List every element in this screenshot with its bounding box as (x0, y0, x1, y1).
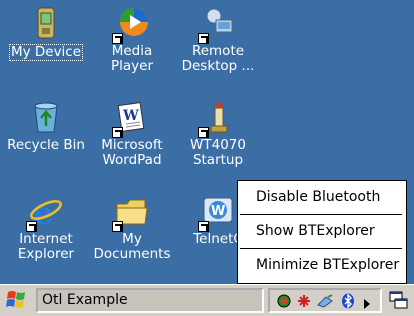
desktop-icon-label: WT4070 Startup (190, 137, 246, 168)
svg-text:W: W (211, 204, 225, 219)
shortcut-arrow-icon (112, 127, 123, 138)
wordpad-icon: W (112, 100, 150, 138)
desktop-icon-label: Media Player (110, 43, 153, 74)
telnet-icon: W (198, 194, 236, 232)
desktop-icon-label: My Documents (93, 231, 171, 262)
shortcut-arrow-icon (112, 33, 123, 44)
taskbar-window-button[interactable]: Otl Example (36, 288, 264, 313)
folder-icon (112, 194, 150, 232)
desktop-icon-recycle-bin[interactable]: Recycle Bin (6, 100, 86, 153)
network-icon[interactable] (276, 293, 292, 313)
desktop-icon-remote-desktop[interactable]: Remote Desktop ... (178, 6, 258, 74)
desktop-icon-label: My Device (8, 44, 84, 61)
shortcut-arrow-icon (112, 221, 123, 232)
bluetooth-icon[interactable] (340, 293, 356, 313)
desktop-icon-my-documents[interactable]: My Documents (92, 194, 172, 262)
desktop-icon-wt4070-startup[interactable]: WT4070 Startup (178, 100, 258, 168)
desktop-icon-media-player[interactable]: Media Player (92, 6, 172, 74)
taskbar: Otl Example (0, 284, 414, 316)
media-player-icon (112, 6, 150, 44)
internet-explorer-icon: e (26, 194, 64, 232)
windows-logo-icon (6, 291, 25, 308)
connection-icon[interactable] (316, 293, 334, 313)
desktop-icon-label: Recycle Bin (7, 137, 85, 153)
desktop-icon-internet-explorer[interactable]: e Internet Explorer (6, 194, 86, 262)
shortcut-arrow-icon (26, 221, 37, 232)
svg-text:W: W (122, 108, 139, 124)
desktop-icon[interactable] (388, 289, 410, 311)
usb-icon[interactable] (296, 293, 312, 313)
menu-item-show-btexplorer[interactable]: Show BTExplorer (240, 215, 402, 249)
remote-desktop-icon (198, 6, 236, 44)
shortcut-arrow-icon (198, 127, 209, 138)
arrow-right-icon[interactable] (362, 295, 372, 314)
desktop-icon-my-device[interactable]: My Device (6, 6, 86, 61)
system-tray (268, 288, 382, 313)
desktop-icon-label: Internet Explorer (17, 231, 75, 262)
start-button[interactable] (2, 288, 34, 312)
desktop-icon-label: Microsoft WordPad (101, 137, 163, 168)
desktop-icon-wordpad[interactable]: W Microsoft WordPad (92, 100, 172, 168)
menu-item-minimize-btexplorer[interactable]: Minimize BTExplorer (240, 249, 402, 283)
desktop-icon-label: Remote Desktop ... (181, 43, 255, 74)
pda-icon (28, 6, 64, 42)
recycle-bin-icon (28, 100, 64, 136)
shortcut-arrow-icon (198, 221, 209, 232)
menu-item-disable-bluetooth[interactable]: Disable Bluetooth (240, 181, 402, 215)
shortcut-arrow-icon (198, 33, 209, 44)
bluetooth-context-menu: Disable Bluetooth Show BTExplorer Minimi… (237, 180, 407, 284)
startup-icon (198, 100, 236, 138)
